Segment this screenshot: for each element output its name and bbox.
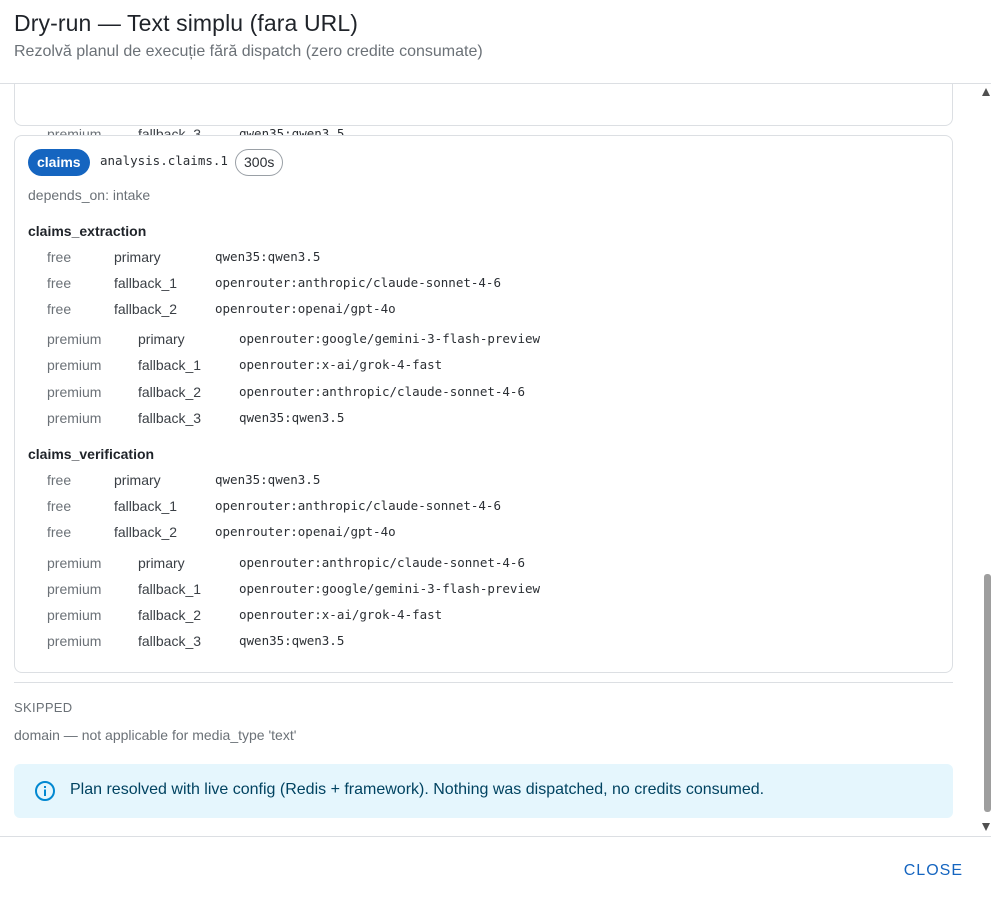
tier-label: premium (47, 581, 102, 597)
model-id: openrouter:x-ai/grok-4-fast (239, 607, 443, 622)
model-row: free fallback_2 openrouter:openai/gpt-4o (15, 299, 952, 319)
model-id: openrouter:google/gemini-3-flash-preview (239, 331, 541, 346)
tier-label: free (47, 275, 72, 291)
section-title: claims_verification (28, 446, 155, 462)
tier-label: free (47, 472, 72, 488)
model-row: free fallback_2 openrouter:openai/gpt-4o (15, 522, 952, 542)
scroll-down-arrow-icon[interactable] (982, 823, 990, 831)
model-id: qwen35:qwen3.5 (239, 633, 345, 648)
tier-label: premium (47, 357, 102, 373)
role-label: fallback_2 (114, 301, 178, 317)
dialog-subtitle: Rezolvă planul de execuție fără dispatch… (14, 43, 483, 60)
role-label: primary (114, 249, 161, 265)
close-button[interactable]: CLOSE (896, 855, 971, 887)
dialog-header: Dry-run — Text simplu (fara URL) Rezolvă… (0, 0, 991, 84)
role-label: fallback_2 (114, 524, 178, 540)
tier-label: premium (47, 633, 102, 649)
model-id: qwen35:qwen3.5 (239, 410, 345, 425)
step-id: analysis.claims.1 (100, 153, 228, 168)
vertical-scrollbar[interactable] (978, 84, 991, 836)
model-id: openrouter:google/gemini-3-flash-preview (239, 581, 541, 596)
step-card-claims: claims analysis.claims.1 300s depends_on… (14, 135, 953, 673)
tier-label: premium (47, 555, 102, 571)
timeout-chip: 300s (235, 149, 284, 176)
dialog-title: Dry-run — Text simplu (fara URL) (14, 10, 359, 36)
role-label: primary (114, 472, 161, 488)
dialog-content[interactable]: premium fallback_3 qwen35:qwen3.5 claims… (0, 84, 978, 836)
role-label: fallback_3 (138, 633, 202, 649)
role-label: fallback_2 (138, 384, 202, 400)
tier-label: premium (47, 607, 102, 623)
model-row: premium fallback_3 qwen35:qwen3.5 (15, 631, 952, 651)
role-label: fallback_3 (138, 410, 202, 426)
model-id: openrouter:openai/gpt-4o (215, 301, 396, 316)
role-label: primary (138, 555, 185, 571)
section-divider (14, 682, 953, 683)
skipped-label: SKIPPED (14, 700, 73, 715)
model-row: premium fallback_2 openrouter:anthropic/… (15, 382, 952, 402)
model-id: openrouter:anthropic/claude-sonnet-4-6 (215, 275, 501, 290)
model-id: openrouter:anthropic/claude-sonnet-4-6 (239, 384, 525, 399)
model-row: premium primary openrouter:anthropic/cla… (15, 553, 952, 573)
model-row: free primary qwen35:qwen3.5 (15, 470, 952, 490)
model-row: premium fallback_3 qwen35:qwen3.5 (15, 408, 952, 428)
info-alert: Plan resolved with live config (Redis + … (14, 764, 953, 818)
model-row: free primary qwen35:qwen3.5 (15, 247, 952, 267)
section-title: claims_extraction (28, 223, 147, 239)
role-label: fallback_2 (138, 607, 202, 623)
model-id: openrouter:anthropic/claude-sonnet-4-6 (215, 498, 501, 513)
depends-on: depends_on: intake (28, 187, 151, 203)
role-label: fallback_1 (138, 357, 202, 373)
role-label: primary (138, 331, 185, 347)
skipped-item: domain — not applicable for media_type '… (14, 727, 297, 743)
tier-label: free (47, 301, 72, 317)
dialog-footer: CLOSE (0, 836, 991, 897)
scrollbar-thumb[interactable] (984, 574, 991, 812)
model-row: free fallback_1 openrouter:anthropic/cla… (15, 273, 952, 293)
model-row: premium primary openrouter:google/gemini… (15, 329, 952, 349)
model-id: openrouter:openai/gpt-4o (215, 524, 396, 539)
info-icon (35, 781, 55, 801)
model-row: premium fallback_1 openrouter:x-ai/grok-… (15, 355, 952, 375)
model-id: openrouter:anthropic/claude-sonnet-4-6 (239, 555, 525, 570)
role-label: fallback_1 (114, 275, 178, 291)
model-row: free fallback_1 openrouter:anthropic/cla… (15, 496, 952, 516)
scroll-up-arrow-icon[interactable] (982, 88, 990, 96)
model-id: qwen35:qwen3.5 (215, 249, 321, 264)
step-type-chip: claims (28, 149, 90, 176)
role-label: fallback_1 (114, 498, 178, 514)
tier-label: premium (47, 331, 102, 347)
tier-label: premium (47, 384, 102, 400)
tier-label: free (47, 249, 72, 265)
model-row: premium fallback_1 openrouter:google/gem… (15, 579, 952, 599)
tier-label: free (47, 498, 72, 514)
model-id: openrouter:x-ai/grok-4-fast (239, 357, 443, 372)
tier-label: free (47, 524, 72, 540)
model-id: qwen35:qwen3.5 (215, 472, 321, 487)
role-label: fallback_1 (138, 581, 202, 597)
info-alert-text: Plan resolved with live config (Redis + … (70, 781, 765, 798)
tier-label: premium (47, 410, 102, 426)
step-card-previous: premium fallback_3 qwen35:qwen3.5 (14, 84, 953, 142)
model-row: premium fallback_2 openrouter:x-ai/grok-… (15, 605, 952, 625)
